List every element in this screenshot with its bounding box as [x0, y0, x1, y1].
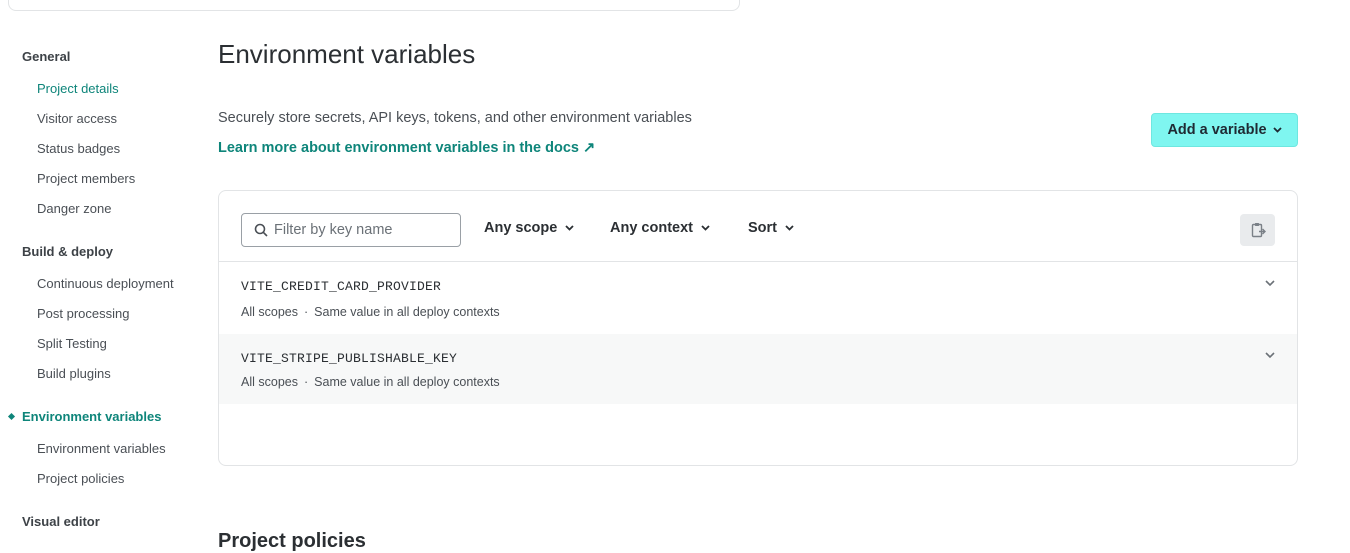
sidebar-item-environment-variables[interactable]: Environment variables [37, 441, 166, 456]
scope-filter-button[interactable]: Any scope [484, 220, 574, 236]
variable-scope: All scopes [241, 375, 298, 389]
sort-label: Sort [748, 220, 777, 236]
clipboard-icon [1251, 223, 1266, 238]
active-section-indicator-icon [7, 412, 16, 421]
sidebar-item-project-members[interactable]: Project members [37, 171, 135, 186]
sidebar-item-continuous-deployment[interactable]: Continuous deployment [37, 276, 174, 291]
search-icon [254, 223, 268, 237]
top-card [8, 0, 740, 11]
variables-panel: Any scope Any context Sort VITE_CREDIT_C… [218, 190, 1298, 466]
context-filter-label: Any context [610, 220, 693, 236]
sidebar-section-environment-variables[interactable]: Environment variables [22, 409, 161, 424]
sidebar-item-post-processing[interactable]: Post processing [37, 306, 130, 321]
sidebar-section-general: General [22, 49, 71, 64]
variable-key: VITE_STRIPE_PUBLISHABLE_KEY [241, 351, 458, 366]
variable-row[interactable]: VITE_STRIPE_PUBLISHABLE_KEY All scopes · S… [219, 334, 1297, 404]
search-field[interactable] [241, 213, 461, 247]
sidebar-item-status-badges[interactable]: Status badges [37, 141, 120, 156]
sort-button[interactable]: Sort [748, 220, 794, 236]
docs-link[interactable]: Learn more about environment variables i… [218, 140, 595, 156]
chevron-down-icon [785, 225, 794, 231]
page-title: Environment variables [218, 39, 476, 69]
sidebar-item-project-policies[interactable]: Project policies [37, 471, 124, 486]
sidebar-item-danger-zone[interactable]: Danger zone [37, 201, 111, 216]
context-filter-button[interactable]: Any context [610, 220, 710, 236]
chevron-down-icon[interactable] [1265, 352, 1275, 359]
variable-scope: All scopes [241, 305, 298, 319]
chevron-down-icon [701, 225, 710, 231]
add-variable-button[interactable]: Add a variable [1151, 113, 1298, 147]
variable-meta: All scopes · Same value in all deploy cont… [241, 375, 500, 389]
variable-context: Same value in all deploy contexts [314, 375, 500, 389]
search-input[interactable] [274, 215, 454, 245]
page-subtitle: Securely store secrets, API keys, tokens… [218, 110, 692, 126]
sidebar-item-build-plugins[interactable]: Build plugins [37, 366, 111, 381]
variable-key: VITE_CREDIT_CARD_PROVIDER [241, 279, 442, 294]
add-variable-label: Add a variable [1167, 122, 1267, 138]
sidebar-section-build-deploy[interactable]: Build & deploy [22, 244, 113, 259]
sidebar-section-visual-editor[interactable]: Visual editor [22, 514, 100, 529]
variable-meta: All scopes · Same value in all deploy cont… [241, 305, 500, 319]
import-button[interactable] [1240, 214, 1275, 246]
chevron-down-icon [565, 225, 574, 231]
scope-filter-label: Any scope [484, 220, 558, 236]
sidebar-item-visitor-access[interactable]: Visitor access [37, 111, 117, 126]
variable-row[interactable]: VITE_CREDIT_CARD_PROVIDER All scopes · Sam… [219, 262, 1297, 332]
sidebar-item-project-details[interactable]: Project details [37, 81, 119, 96]
sidebar-item-split-testing[interactable]: Split Testing [37, 336, 107, 351]
chevron-down-icon[interactable] [1265, 280, 1275, 287]
variable-context: Same value in all deploy contexts [314, 305, 500, 319]
chevron-down-icon [1272, 127, 1282, 133]
